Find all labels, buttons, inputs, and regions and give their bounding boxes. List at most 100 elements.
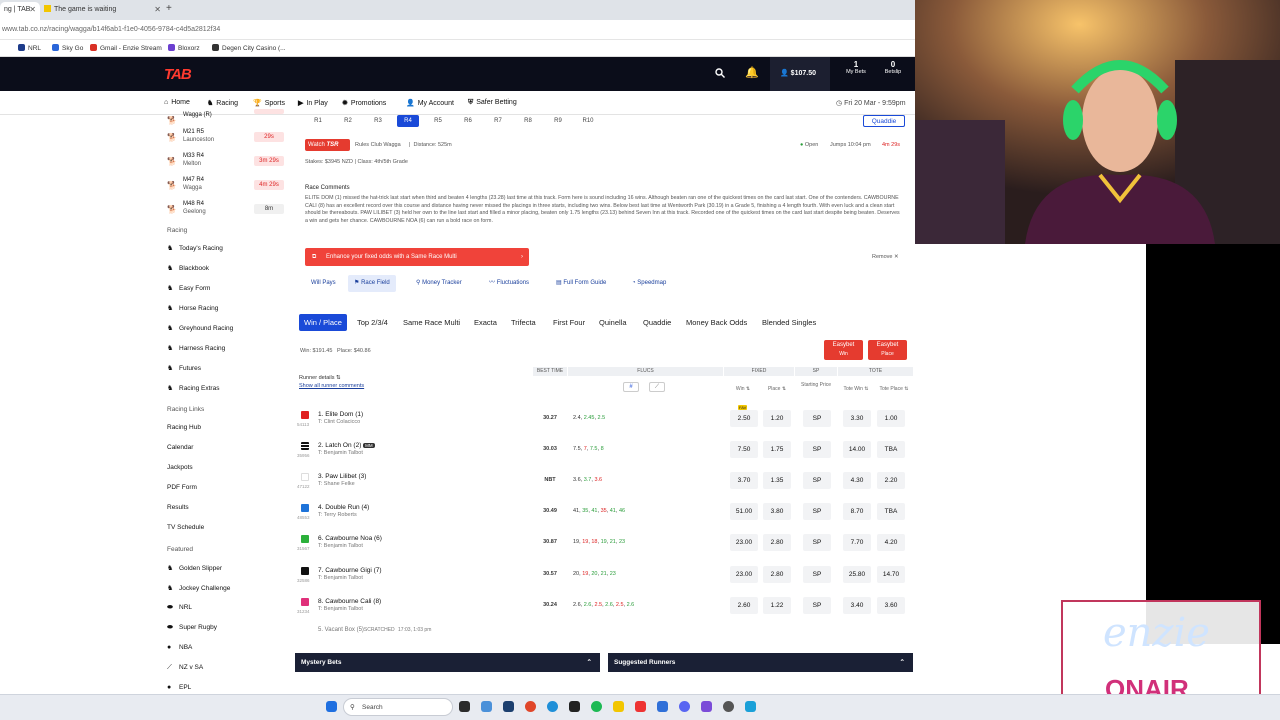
- tool-speedmap[interactable]: ◔ Speedmap: [626, 275, 672, 292]
- sp-odds[interactable]: SP: [803, 597, 831, 614]
- flucs-numeric-toggle[interactable]: #: [623, 382, 639, 392]
- sidebar-race-item[interactable]: 🐕 M21 R5 Launceston 29s: [167, 128, 284, 148]
- sidebar-link[interactable]: Calendar: [167, 444, 279, 458]
- sidebar-link[interactable]: ♞ Horse Racing: [167, 304, 279, 318]
- tab-logo[interactable]: TAB: [164, 66, 192, 83]
- sp-odds[interactable]: SP: [803, 503, 831, 520]
- tab-first-four[interactable]: First Four: [548, 314, 590, 331]
- app-icon[interactable]: [635, 701, 646, 712]
- tab-money-back-odds[interactable]: Money Back Odds: [681, 314, 752, 331]
- betslip-button[interactable]: 0 Betslip: [873, 60, 913, 75]
- runner-details-sort[interactable]: Runner details ⇅: [299, 375, 341, 381]
- easybet-win-button[interactable]: Easybet Win: [824, 340, 863, 360]
- edge-icon[interactable]: [547, 701, 558, 712]
- tote-place-odds[interactable]: 14.70: [877, 566, 905, 583]
- show-runner-comments-link[interactable]: Show all runner comments: [299, 383, 364, 389]
- sp-odds[interactable]: SP: [803, 534, 831, 551]
- sidebar-race-item[interactable]: 🐕 M33 R4 Melton 3m 29s: [167, 152, 284, 172]
- app-icon[interactable]: [701, 701, 712, 712]
- fixed-place-odds[interactable]: 1.35: [763, 472, 791, 489]
- nav-my-account[interactable]: 👤 My Account: [406, 99, 454, 107]
- nav-promotions[interactable]: ✹ Promotions: [342, 99, 386, 107]
- sidebar-link[interactable]: ⬬ NRL: [167, 604, 279, 618]
- tool-money-tracker[interactable]: ⚲ Money Tracker: [410, 275, 468, 292]
- tab-quaddie[interactable]: Quaddie: [638, 314, 676, 331]
- sidebar-link[interactable]: Results: [167, 504, 279, 518]
- remove-promo-button[interactable]: Remove ✕: [872, 254, 899, 260]
- fixed-win-odds[interactable]: 3.70: [730, 472, 758, 489]
- tote-place-odds[interactable]: TBA: [877, 441, 905, 458]
- account-balance-button[interactable]: 👤 $107.50: [770, 57, 830, 91]
- tab-exacta[interactable]: Exacta: [469, 314, 502, 331]
- discord-icon[interactable]: [679, 701, 690, 712]
- app-icon[interactable]: [503, 701, 514, 712]
- sp-odds[interactable]: SP: [803, 410, 831, 427]
- race-button[interactable]: R5: [427, 115, 449, 127]
- col-fixed-place[interactable]: Place ⇅: [762, 386, 792, 392]
- col-fixed-win[interactable]: Win ⇅: [728, 386, 758, 392]
- race-button[interactable]: R8: [517, 115, 539, 127]
- sidebar-link[interactable]: ♞ Jockey Challenge: [167, 584, 279, 598]
- sidebar-link[interactable]: ♞ Blackbook: [167, 264, 279, 278]
- steam-icon[interactable]: [723, 701, 734, 712]
- new-tab-button[interactable]: +: [166, 3, 172, 14]
- col-tote-place[interactable]: Tote Place ⇅: [875, 386, 913, 392]
- fixed-place-odds[interactable]: 3.80: [763, 503, 791, 520]
- easybet-place-button[interactable]: Easybet Place: [868, 340, 907, 360]
- race-button[interactable]: R1: [307, 115, 329, 127]
- runner-name[interactable]: 7. Cawbourne Gigi (7): [318, 567, 382, 574]
- mystery-bets-panel[interactable]: Mystery Bets ⌃: [295, 653, 600, 672]
- runner-name[interactable]: 3. Paw Lilibet (3): [318, 473, 366, 480]
- runner-name[interactable]: 1. Elite Dom (1): [318, 411, 363, 418]
- search-icon[interactable]: [715, 68, 725, 78]
- bookmark-item[interactable]: NRL: [18, 40, 41, 57]
- bell-icon[interactable]: 🔔: [745, 66, 759, 79]
- sp-odds[interactable]: SP: [803, 472, 831, 489]
- fixed-place-odds[interactable]: 1.20: [763, 410, 791, 427]
- sidebar-link[interactable]: ♞ Golden Slipper: [167, 564, 279, 578]
- app-icon[interactable]: [745, 701, 756, 712]
- col-starting-price[interactable]: Starting Price: [800, 382, 832, 388]
- bookmark-item[interactable]: Sky Go: [52, 40, 83, 57]
- tool-race-field[interactable]: ⚑ Race Field: [348, 275, 396, 292]
- nav-in-play[interactable]: ▶ In Play: [298, 99, 328, 107]
- fixed-win-odds[interactable]: 23.00: [730, 566, 758, 583]
- sidebar-link[interactable]: ⬬ Super Rugby: [167, 624, 279, 638]
- flucs-chart-icon[interactable]: ⟋: [649, 382, 665, 392]
- tote-win-odds[interactable]: 3.30: [843, 410, 871, 427]
- sidebar-link[interactable]: ♞ Easy Form: [167, 284, 279, 298]
- sidebar-link[interactable]: ⟋ NZ v SA: [167, 664, 279, 678]
- sidebar-link[interactable]: Jackpots: [167, 464, 279, 478]
- task-view-icon[interactable]: [459, 701, 470, 712]
- nav-sports[interactable]: 🏆 Sports: [253, 99, 285, 107]
- sidebar-link[interactable]: ♞ Greyhound Racing: [167, 324, 279, 338]
- same-race-multi-promo[interactable]: ⧉ Enhance your fixed odds with a Same Rac…: [305, 248, 529, 266]
- bookmark-item[interactable]: Gmail - Enzie Stream: [90, 40, 162, 57]
- settings-icon[interactable]: [481, 701, 492, 712]
- windows-start-icon[interactable]: [326, 701, 337, 712]
- fixed-win-odds[interactable]: 51.00: [730, 503, 758, 520]
- sidebar-link[interactable]: ♞ Racing Extras: [167, 384, 279, 398]
- close-icon[interactable]: ✕: [29, 2, 36, 18]
- sidebar-link[interactable]: PDF Form: [167, 484, 279, 498]
- race-button[interactable]: R6: [457, 115, 479, 127]
- close-icon[interactable]: ✕: [154, 2, 161, 18]
- spotify-icon[interactable]: [591, 701, 602, 712]
- nav-racing[interactable]: ♞ Racing: [207, 99, 238, 107]
- bookmark-item[interactable]: Degen City Casino (...: [212, 40, 286, 57]
- sidebar-link[interactable]: Racing Hub: [167, 424, 279, 438]
- tool-full-form-guide[interactable]: ▤ Full Form Guide: [550, 275, 612, 292]
- suggested-runners-panel[interactable]: Suggested Runners ⌃: [608, 653, 913, 672]
- tote-win-odds[interactable]: 3.40: [843, 597, 871, 614]
- browser-tab[interactable]: The game is waiting ✕: [40, 2, 165, 20]
- tote-win-odds[interactable]: 25.80: [843, 566, 871, 583]
- race-button-selected[interactable]: R4: [397, 115, 419, 127]
- tote-win-odds[interactable]: 7.70: [843, 534, 871, 551]
- race-button[interactable]: R10: [577, 115, 599, 127]
- obs-icon[interactable]: [569, 701, 580, 712]
- tab-top-234[interactable]: Top 2/3/4: [352, 314, 393, 331]
- tote-win-odds[interactable]: 14.00: [843, 441, 871, 458]
- quaddie-button[interactable]: Quaddie: [863, 115, 905, 127]
- tab-win-place[interactable]: Win / Place: [299, 314, 347, 331]
- race-button[interactable]: R2: [337, 115, 359, 127]
